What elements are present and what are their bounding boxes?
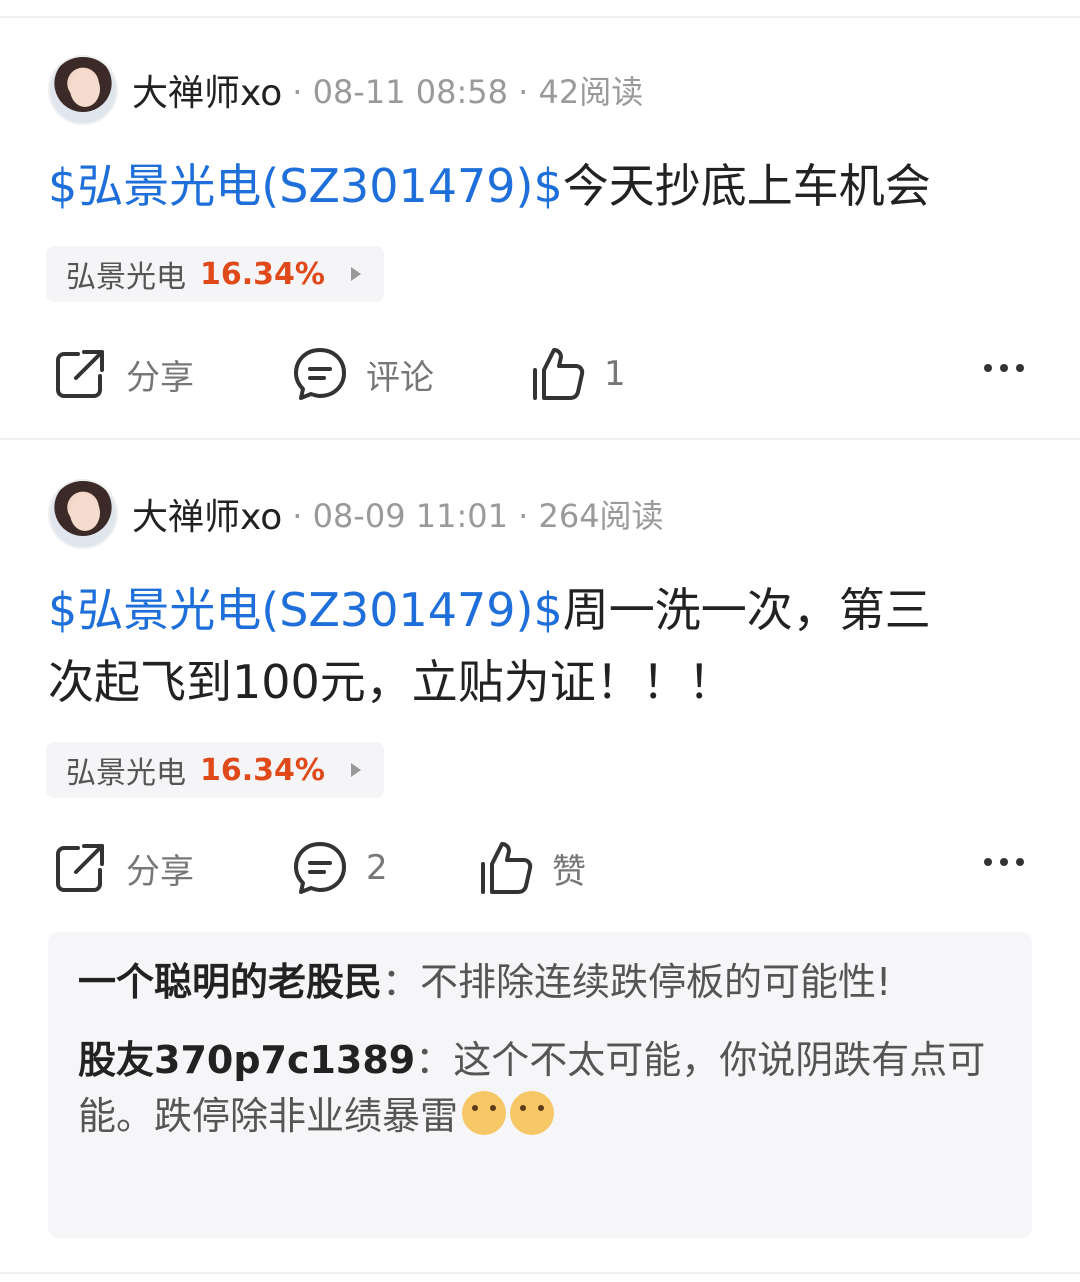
- post-body-line2: 次起飞到100元，立贴为证！！！: [48, 655, 734, 709]
- stock-tag[interactable]: 弘景光电 16.34%: [46, 246, 384, 302]
- comment-author[interactable]: 一个聪明的老股民: [78, 960, 382, 1004]
- bottom-divider: [0, 1272, 1080, 1274]
- stock-link[interactable]: $弘景光电(SZ301479)$: [48, 159, 563, 213]
- author-row: 大禅师xo · 08-11 08:58 · 42阅读: [48, 54, 643, 126]
- stock-tag-change: 16.34%: [200, 256, 325, 292]
- stock-tag-name: 弘景光电: [66, 260, 186, 295]
- share-icon: [56, 350, 104, 398]
- comment-preview-box[interactable]: 一个聪明的老股民：不排除连续跌停板的可能性! 股友370p7c1389：这个不太…: [48, 932, 1032, 1238]
- share-label: 分享: [126, 851, 194, 892]
- avatar[interactable]: [48, 55, 118, 125]
- post-meta: · 08-09 11:01 · 264阅读: [292, 497, 664, 535]
- like-icon: [533, 348, 585, 400]
- dog-emoji-icon: [462, 1091, 507, 1135]
- post-divider: [0, 438, 1080, 440]
- comment-item[interactable]: 股友370p7c1389：这个不太可能，你说阴跌有点可能。跌停除非业绩暴雷: [78, 1032, 1002, 1144]
- comment-icon: [294, 348, 346, 400]
- comment-button[interactable]: 评论: [292, 342, 434, 406]
- author-name[interactable]: 大禅师xo: [132, 488, 282, 540]
- like-label: 赞: [552, 851, 586, 892]
- action-bar: 分享 评论 1: [0, 342, 1080, 406]
- share-icon: [56, 844, 104, 892]
- play-arrow-icon: [350, 763, 361, 777]
- more-icon[interactable]: [984, 364, 1024, 372]
- post-body-line1: 周一洗一次，第三: [562, 583, 931, 637]
- stock-link[interactable]: $弘景光电(SZ301479)$: [48, 583, 563, 637]
- comment-text: 不排除连续跌停板的可能性!: [420, 960, 892, 1004]
- like-button[interactable]: 1: [530, 342, 626, 406]
- comment-button[interactable]: 2: [292, 836, 388, 900]
- author-name[interactable]: 大禅师xo: [132, 64, 282, 116]
- stock-tag-name: 弘景光电: [66, 756, 186, 791]
- action-bar: 分享 2 赞: [0, 836, 1080, 900]
- more-icon[interactable]: [984, 858, 1024, 866]
- post-text: $弘景光电(SZ301479)$周一洗一次，第三 次起飞到100元，立贴为证！！…: [48, 574, 1008, 718]
- post-body: 今天抄底上车机会: [562, 159, 931, 213]
- post-text: $弘景光电(SZ301479)$今天抄底上车机会: [48, 150, 1008, 222]
- stock-tag[interactable]: 弘景光电 16.34%: [46, 742, 384, 798]
- post-meta: · 08-11 08:58 · 42阅读: [292, 73, 644, 111]
- comment-count: 2: [366, 848, 388, 888]
- dog-emoji-icon: [510, 1091, 555, 1135]
- author-row: 大禅师xo · 08-09 11:01 · 264阅读: [48, 478, 664, 550]
- share-button[interactable]: 分享: [52, 836, 194, 900]
- like-icon: [481, 842, 533, 894]
- stock-tag-change: 16.34%: [200, 752, 325, 788]
- comment-separator: ：: [415, 1038, 454, 1082]
- like-count: 1: [604, 354, 626, 394]
- play-arrow-icon: [350, 267, 361, 281]
- comment-icon: [294, 842, 346, 894]
- top-divider: [0, 16, 1080, 18]
- comment-item[interactable]: 一个聪明的老股民：不排除连续跌停板的可能性!: [78, 954, 1002, 1010]
- share-button[interactable]: 分享: [52, 342, 194, 406]
- like-button[interactable]: 赞: [478, 836, 586, 900]
- comment-separator: ：: [382, 960, 421, 1004]
- comment-label: 评论: [366, 357, 434, 398]
- share-label: 分享: [126, 357, 194, 398]
- comment-author[interactable]: 股友370p7c1389: [78, 1038, 415, 1082]
- avatar[interactable]: [48, 479, 118, 549]
